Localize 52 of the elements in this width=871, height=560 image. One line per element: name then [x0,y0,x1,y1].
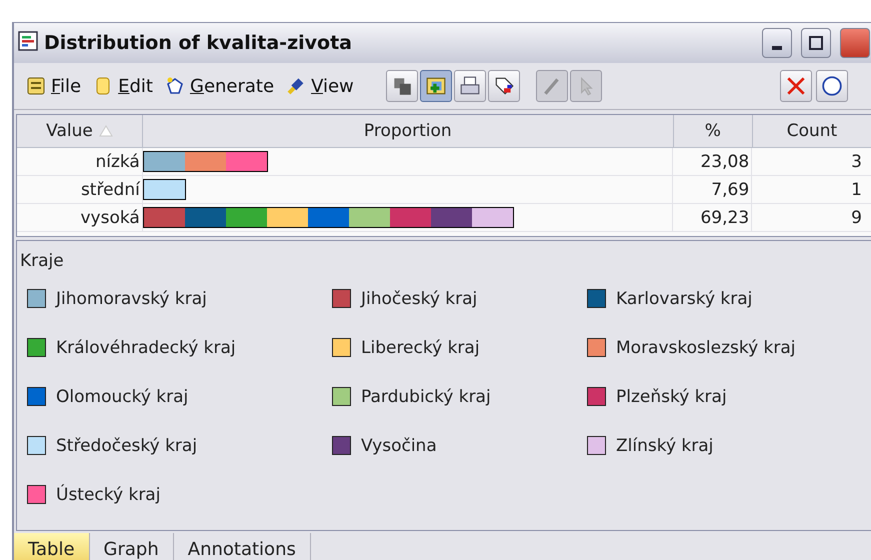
table-cell: 23,08 [672,148,752,175]
minimize-icon [772,46,782,50]
legend-label: Středočeský kraj [56,436,198,456]
chart-icon [18,31,38,51]
menu-item[interactable]: Edit [93,76,165,96]
legend-label: Moravskoslezský kraj [616,338,796,358]
legend-label: Zlínský kraj [616,436,714,456]
printer-button[interactable] [454,70,486,102]
menu-item[interactable]: View [286,76,366,96]
add-node-button[interactable] [420,70,452,102]
close-icon [784,75,807,97]
printer-icon [458,75,481,97]
table-cell: 9 [851,208,862,228]
tab[interactable]: Table [14,533,90,560]
add-node-icon [424,75,447,97]
column-header[interactable]: Proportion [142,115,674,147]
column-header[interactable]: Value [17,115,143,147]
legend-label: Vysočina [361,436,437,456]
table-cell: střední [17,176,143,203]
window-title: Distribution of kvalita-zivota [44,32,353,54]
table-cell: nízká [17,148,143,175]
help-button[interactable] [816,70,848,102]
legend-label: Pardubický kraj [361,386,491,406]
table-cell: 69,23 [672,204,752,231]
table-cell: 1 [851,180,862,200]
view-icon [286,76,306,96]
table-cell: 3 [851,152,862,172]
delete-button[interactable] [780,70,812,102]
menu-item[interactable]: File [26,76,94,96]
column-header[interactable]: % [674,115,753,147]
legend-label: Karlovarský kraj [616,288,752,308]
minimize-button[interactable] [762,28,792,58]
legend-label: Olomoucký kraj [56,386,188,406]
legend-label: Ústecký kraj [56,484,160,504]
legend-label: Jihočeský kraj [361,288,478,308]
maximize-button[interactable] [801,28,831,58]
menu-item[interactable]: Generate [164,76,286,96]
help-icon [820,75,843,97]
legend-title: Kraje [20,251,65,271]
legend-label: Královéhradecký kraj [56,338,236,358]
maximize-icon [808,35,824,51]
table-cell: vysoká [17,204,143,231]
stack-button[interactable] [386,70,418,102]
sort-ascending-icon [98,125,113,137]
generate-icon [164,76,185,96]
table-cell: 7,69 [672,176,752,203]
legend-label: Plzeňský kraj [616,386,727,406]
tag-button[interactable] [488,70,520,102]
legend-label: Liberecký kraj [361,338,480,358]
column-header[interactable]: Count [752,115,871,147]
file-icon [26,76,46,96]
legend-label: Jihomoravský kraj [56,288,207,308]
